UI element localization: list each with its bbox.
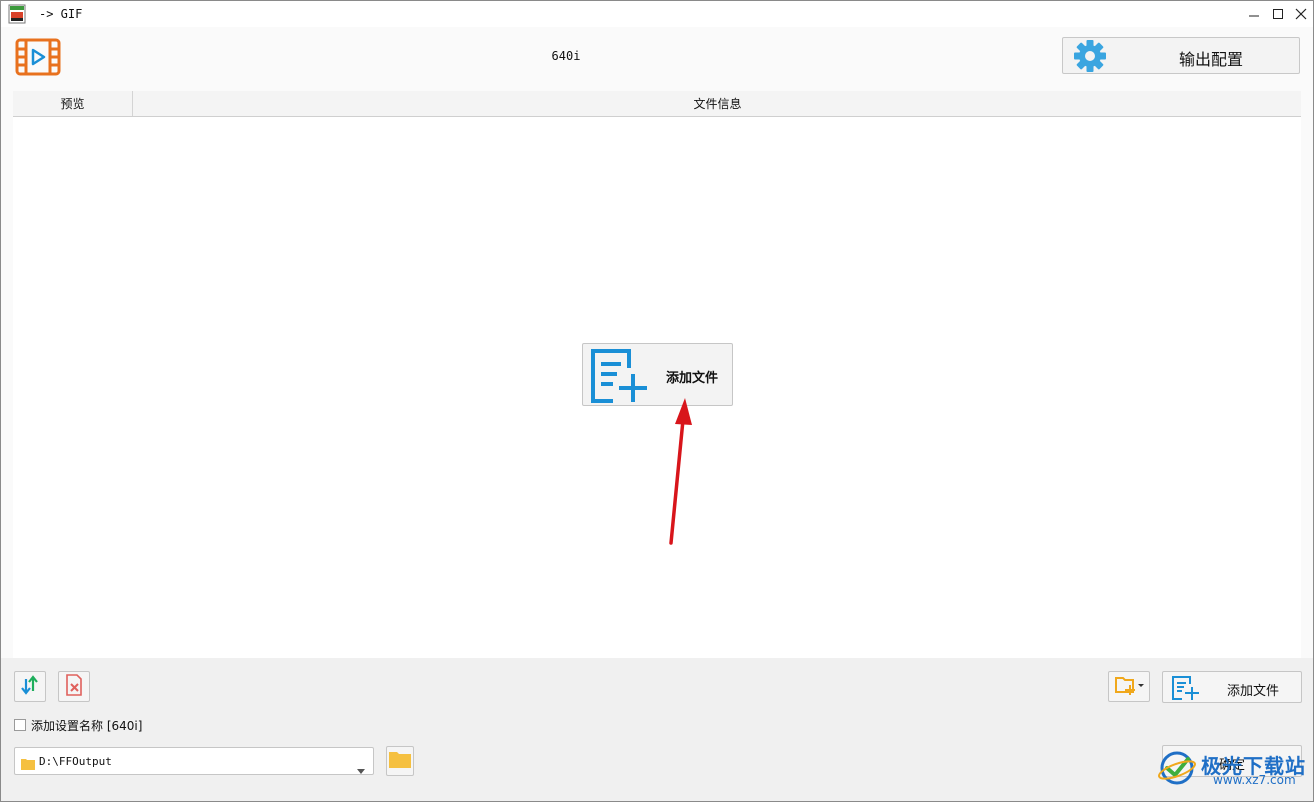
minimize-icon[interactable] <box>1243 5 1265 23</box>
watermark-url: www.xz7.com <box>1213 773 1296 787</box>
folder-icon <box>21 755 35 774</box>
chevron-down-icon[interactable] <box>357 759 365 778</box>
remove-file-button[interactable] <box>58 671 90 702</box>
window-title: -> GIF <box>39 7 83 21</box>
folder-icon <box>389 750 411 772</box>
title-bar: -> GIF <box>1 1 1313 27</box>
app-window: -> GIF 640i 输出配置 预览 文件信息 添加文件 添加文件 添加设置名… <box>0 0 1314 802</box>
add-file-icon <box>1171 675 1201 705</box>
output-config-button[interactable]: 输出配置 <box>1062 37 1300 74</box>
add-preset-name-checkbox[interactable] <box>14 719 26 731</box>
add-file-button[interactable]: 添加文件 <box>1162 671 1302 703</box>
maximize-icon[interactable] <box>1267 5 1289 23</box>
add-folder-button[interactable] <box>1108 671 1150 702</box>
gear-icon <box>1071 40 1109 76</box>
add-file-icon <box>589 348 651 408</box>
browse-folder-button[interactable] <box>386 746 414 776</box>
column-file-info[interactable]: 文件信息 <box>134 91 1301 116</box>
add-preset-name-option[interactable]: 添加设置名称 [640i] <box>14 717 142 733</box>
app-icon <box>8 4 26 24</box>
output-path-value: D:\FFOutput <box>39 755 112 768</box>
watermark-logo: 极光下载站 www.xz7.com <box>1157 748 1309 788</box>
remove-file-icon <box>64 673 84 701</box>
add-file-label: 添加文件 <box>1227 684 1280 699</box>
top-toolbar: 640i 输出配置 <box>1 27 1313 91</box>
sort-button[interactable] <box>14 671 46 702</box>
sort-arrows-icon <box>20 674 40 699</box>
center-add-file-button[interactable]: 添加文件 <box>582 343 733 406</box>
center-add-file-label: 添加文件 <box>666 371 719 386</box>
watermark-icon <box>1157 750 1197 790</box>
bottom-panel: 添加文件 添加设置名称 [640i] D:\FFOutput 确定 <box>1 658 1313 801</box>
close-icon[interactable] <box>1290 5 1312 23</box>
add-preset-name-label: 添加设置名称 [640i] <box>31 718 143 733</box>
file-list-header: 预览 文件信息 <box>13 91 1301 117</box>
output-config-label: 输出配置 <box>1178 50 1243 69</box>
output-path-select[interactable]: D:\FFOutput <box>14 747 374 775</box>
add-folder-icon <box>1114 674 1144 700</box>
column-preview[interactable]: 预览 <box>13 91 133 116</box>
red-arrow-annotation <box>661 396 701 550</box>
preset-name: 640i <box>551 49 581 63</box>
